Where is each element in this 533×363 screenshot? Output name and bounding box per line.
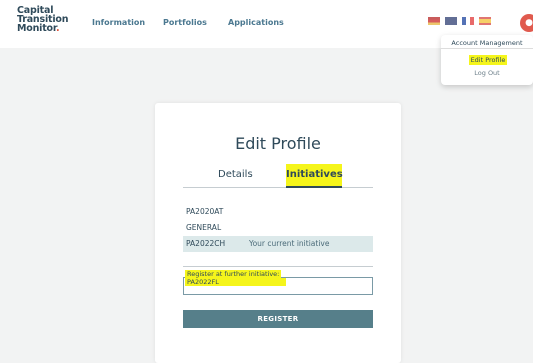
logo-dot: .: [56, 23, 60, 34]
gb-flag-icon[interactable]: [445, 17, 457, 25]
account-dropdown-menu: Account Management Edit Profile Log Out: [441, 35, 533, 85]
initiative-name: PA2020AT: [186, 207, 224, 216]
user-avatar-icon[interactable]: ●: [520, 14, 533, 32]
de-flag-icon[interactable]: [428, 17, 440, 25]
edit-profile-menu-item[interactable]: Edit Profile: [469, 55, 507, 65]
app-logo[interactable]: Capital Transition Monitor.: [17, 6, 68, 34]
edit-profile-card: Edit Profile Details Initiatives PA2020A…: [155, 103, 401, 363]
initiative-name: GENERAL: [186, 223, 222, 232]
initiative-name: PA2022CH: [186, 239, 226, 248]
nav-portfolios[interactable]: Portfolios: [163, 18, 207, 27]
log-out-menu-item[interactable]: Log Out: [441, 69, 533, 77]
language-selector: [428, 17, 491, 25]
initiative-row-current: PA2022CH Your current initiative: [183, 236, 373, 252]
logo-line-3: Monitor: [17, 23, 56, 34]
register-initiative-value[interactable]: PA2022FL: [185, 278, 286, 286]
current-initiative-note: Your current initiative: [249, 239, 330, 248]
active-tab-indicator: [286, 186, 342, 188]
register-button[interactable]: REGISTER: [183, 310, 373, 328]
initiative-row: PA2020AT: [183, 204, 373, 220]
section-divider: [183, 266, 373, 267]
page-title: Edit Profile: [235, 134, 321, 153]
initiative-row: GENERAL: [183, 220, 373, 236]
account-management-heading: Account Management: [451, 39, 523, 47]
nav-information[interactable]: Information: [92, 18, 145, 27]
tab-initiatives[interactable]: Initiatives: [286, 164, 343, 186]
register-initiative-label: Register at further initiative:: [185, 270, 282, 278]
nav-applications[interactable]: Applications: [228, 18, 284, 27]
tab-underline: [183, 187, 373, 188]
menu-divider: [441, 48, 533, 49]
es-flag-icon[interactable]: [479, 17, 491, 25]
tab-details[interactable]: Details: [218, 169, 253, 180]
fr-flag-icon[interactable]: [462, 17, 474, 25]
